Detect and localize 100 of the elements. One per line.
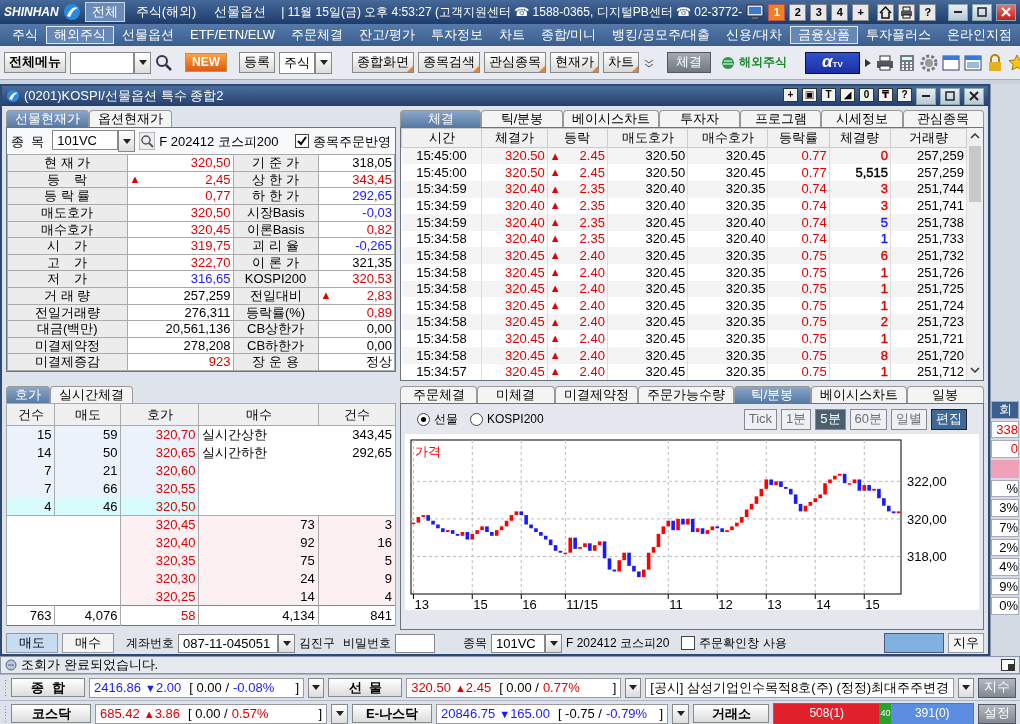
dropdown-button[interactable] xyxy=(308,677,325,698)
dropdown-button[interactable] xyxy=(625,677,642,698)
shortcut-button[interactable]: 차트 xyxy=(603,52,639,73)
calculator-icon[interactable] xyxy=(897,53,916,72)
panel-tab[interactable]: 실시간체결 xyxy=(50,386,133,404)
window-tool-button[interactable]: + xyxy=(783,87,798,102)
dropdown-button[interactable] xyxy=(331,703,348,724)
maximize-button[interactable] xyxy=(972,3,992,21)
window-tool-button[interactable]: ? xyxy=(897,87,912,102)
period-button[interactable]: 1분 xyxy=(781,408,812,430)
checkbox[interactable] xyxy=(295,134,309,149)
edit-button[interactable]: 편집 xyxy=(931,408,967,430)
menu-item[interactable]: 뱅킹/공모주/대출 xyxy=(604,25,719,45)
symbol-field[interactable]: 101VC xyxy=(491,633,545,653)
search-icon[interactable] xyxy=(155,53,173,72)
checkbox[interactable] xyxy=(681,636,696,650)
menu-item[interactable]: 투자정보 xyxy=(422,25,491,45)
market-select[interactable]: 주식 xyxy=(279,51,315,74)
panel-tab[interactable]: 투자자 xyxy=(658,110,740,128)
period-button[interactable]: 60분 xyxy=(849,408,887,430)
menu-item[interactable]: 주문체결 xyxy=(283,25,351,45)
screen-button[interactable]: + xyxy=(852,3,870,21)
shortcut-button[interactable]: 현재가 xyxy=(550,52,599,73)
dropdown-button[interactable] xyxy=(958,677,974,698)
dropdown-button[interactable] xyxy=(315,51,332,74)
window-tool-button[interactable]: ₸ xyxy=(878,87,893,102)
shortcut-button[interactable]: 종목검색 xyxy=(418,52,480,73)
radio-button[interactable] xyxy=(417,412,430,426)
screen-button[interactable]: 4 xyxy=(831,3,849,21)
period-button[interactable]: 5분 xyxy=(815,408,846,430)
menu-item[interactable]: 잔고/평가 xyxy=(351,25,423,45)
dropdown-button[interactable] xyxy=(134,51,151,74)
window-tool-button[interactable]: ▣ xyxy=(802,87,817,102)
menu-item[interactable]: 해외주식 xyxy=(46,25,114,45)
scrollbar[interactable] xyxy=(967,128,983,381)
top-tab[interactable]: 선물옵션 xyxy=(207,1,274,23)
monitor-icon[interactable] xyxy=(746,4,765,20)
panel-tab[interactable]: 일봉 xyxy=(906,386,984,404)
overseas-link[interactable]: 해외주식 xyxy=(715,54,793,71)
dropdown-button[interactable] xyxy=(672,703,689,724)
dropdown-button[interactable] xyxy=(545,633,562,653)
side-button[interactable]: 매도 xyxy=(6,633,58,653)
account-field[interactable]: 087-11-045051 xyxy=(178,633,278,653)
register-button[interactable]: 등록 xyxy=(239,52,275,73)
window-tool-button[interactable]: ◢ xyxy=(840,87,855,102)
table-cell: 15:45:00 xyxy=(401,164,482,181)
panel-tab[interactable]: 옵션현재가 xyxy=(89,110,172,128)
search-icon[interactable] xyxy=(139,132,156,151)
code-input-field[interactable] xyxy=(70,51,134,74)
minimize-button[interactable] xyxy=(948,3,968,21)
dropdown-button[interactable] xyxy=(278,633,295,653)
shortcut-button[interactable]: 관심종목 xyxy=(484,52,546,73)
shortcut-button[interactable]: 종합화면 xyxy=(352,52,414,73)
tv-button[interactable]: αTV xyxy=(805,51,860,74)
menu-item[interactable]: 주식 xyxy=(4,25,46,45)
panel-tab[interactable]: 미체결 xyxy=(477,386,555,404)
menu-item[interactable]: 투자플러스 xyxy=(858,25,940,45)
print-button[interactable] xyxy=(898,3,916,21)
radio-button[interactable] xyxy=(470,412,483,426)
panel-tab[interactable]: 관심종목 xyxy=(902,110,984,128)
minimize-button[interactable] xyxy=(916,87,936,105)
table-cell: 251,726 xyxy=(890,264,967,281)
menu-item[interactable]: 온라인지점 xyxy=(939,25,1020,45)
menu-item[interactable]: 금융상품 xyxy=(790,25,859,45)
printer-icon[interactable] xyxy=(875,53,894,72)
panel-tab[interactable]: 베이시스차트 xyxy=(810,386,907,404)
panel-tab[interactable]: 시세정보 xyxy=(821,110,903,128)
help-button[interactable]: ? xyxy=(919,3,937,21)
order-button[interactable] xyxy=(884,633,944,653)
top-tab[interactable]: 주식(해외) xyxy=(128,1,204,23)
period-button[interactable]: 일별 xyxy=(891,408,927,430)
clear-button[interactable]: 지우 xyxy=(948,633,984,653)
screen-button[interactable]: 3 xyxy=(810,3,828,21)
window-tool-button[interactable]: 0 xyxy=(859,87,874,102)
window-icon[interactable] xyxy=(1001,659,1015,671)
password-field[interactable] xyxy=(395,633,435,653)
panel-tab[interactable]: 주문체결 xyxy=(400,386,478,404)
close-button[interactable] xyxy=(996,3,1016,21)
maximize-button[interactable] xyxy=(940,87,960,105)
window-tool-button[interactable]: T xyxy=(821,87,836,102)
side-button[interactable]: 매수 xyxy=(62,633,114,653)
panel-tab[interactable]: 미결제약정 xyxy=(554,386,638,404)
panel-tab[interactable]: 프로그램 xyxy=(740,110,822,128)
symbol-field[interactable]: 101VC xyxy=(52,130,119,151)
logo-icon xyxy=(62,3,81,21)
menu-item[interactable]: 선물옵션 xyxy=(114,25,182,45)
panel-tab[interactable]: 틱/분봉 xyxy=(481,110,563,128)
menu-item[interactable]: 차트 xyxy=(490,25,533,45)
home-button[interactable] xyxy=(877,3,895,21)
star-icon[interactable] xyxy=(1007,53,1020,72)
menu-item[interactable]: 종합/미니 xyxy=(532,25,605,45)
period-button[interactable]: Tick xyxy=(743,408,778,430)
panel-tab[interactable]: 주문가능수량 xyxy=(637,386,734,404)
dropdown-button[interactable] xyxy=(118,130,136,153)
panel-tab[interactable]: 베이시스차트 xyxy=(562,110,659,128)
all-menu-button[interactable]: 전체메뉴 xyxy=(4,52,66,73)
menu-item[interactable]: ETF/ETN/ELW xyxy=(182,25,283,45)
screen-button[interactable]: 2 xyxy=(789,3,807,21)
close-button[interactable] xyxy=(964,87,984,105)
menu-item[interactable]: 신용/대차 xyxy=(718,25,791,45)
